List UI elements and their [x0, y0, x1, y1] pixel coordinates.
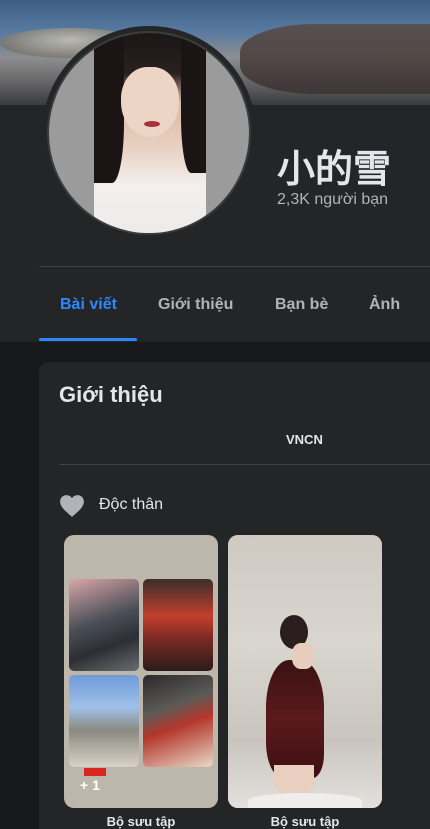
heart-icon — [60, 495, 84, 517]
header-divider — [39, 266, 430, 267]
avatar-hair-left — [94, 33, 124, 183]
cover-shore — [240, 24, 430, 94]
intro-title: Giới thiệu — [59, 382, 163, 407]
collection-thumbnail — [143, 675, 213, 767]
collection-card[interactable]: + 1 — [64, 535, 218, 808]
tab-photos[interactable]: Ảnh — [369, 296, 400, 314]
collection-label: Bộ sưu tập — [270, 814, 340, 829]
collection-card[interactable] — [228, 535, 382, 808]
photo-figure-dress — [266, 660, 324, 778]
collection-label: Bộ sưu tập — [106, 814, 176, 829]
photo-sink — [248, 793, 362, 808]
bio-text: VNCN — [286, 432, 323, 447]
avatar-lips — [144, 121, 160, 127]
tab-posts[interactable]: Bài viết — [60, 296, 117, 314]
profile-name: 小的雪 — [277, 147, 392, 191]
photo-figure-leg — [274, 765, 314, 795]
tab-about[interactable]: Giới thiệu — [158, 296, 233, 314]
avatar-hair-right — [181, 33, 206, 173]
intro-divider — [59, 464, 430, 465]
photo-figure-arm — [292, 643, 314, 669]
collection-thumbnail — [69, 579, 139, 671]
tab-friends[interactable]: Bạn bè — [275, 296, 328, 314]
collection-extra-count: + 1 — [80, 777, 100, 793]
collection-thumbnail — [69, 675, 139, 767]
friends-count[interactable]: 2,3K người bạn — [277, 191, 388, 209]
relationship-status: Độc thân — [99, 496, 164, 513]
flag-icon — [84, 768, 106, 776]
active-tab-indicator — [39, 338, 137, 341]
avatar[interactable] — [47, 31, 251, 235]
collection-thumbnail — [143, 579, 213, 671]
